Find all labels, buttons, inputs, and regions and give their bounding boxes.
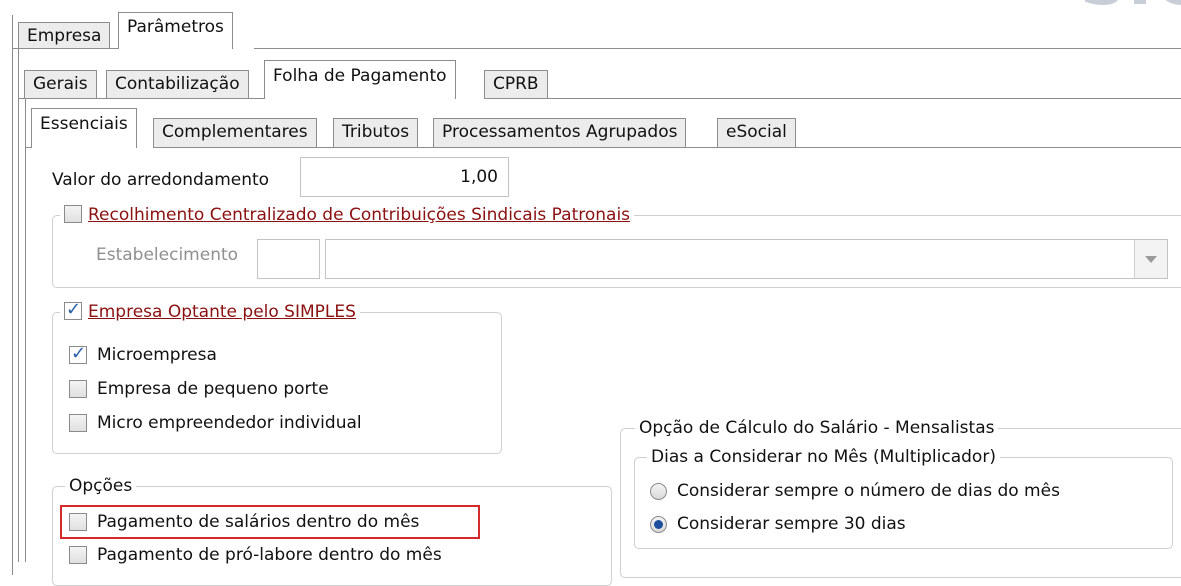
- prolabore-label: Pagamento de pró-labore dentro do mês: [97, 545, 442, 565]
- chevron-down-icon: [1145, 256, 1157, 263]
- microempresa-label: Microempresa: [97, 345, 217, 365]
- salary-calc-legend: Opção de Cálculo do Salário - Mensalista…: [635, 418, 999, 438]
- tab-esocial[interactable]: eSocial: [717, 118, 796, 148]
- pequeno-porte-label: Empresa de pequeno porte: [97, 379, 329, 399]
- dropdown-button[interactable]: [1134, 240, 1167, 278]
- centralized-legend: Recolhimento Centralizado de Contribuiçõ…: [60, 205, 635, 225]
- tab-row-line: [18, 98, 264, 99]
- tab-contabilizacao[interactable]: Contabilização: [106, 70, 249, 98]
- salarios-label: Pagamento de salários dentro do mês: [97, 512, 420, 532]
- check-icon: ✓: [66, 299, 82, 320]
- centralized-title[interactable]: Recolhimento Centralizado de Contribuiçõ…: [88, 205, 630, 225]
- rounding-input[interactable]: 1,00: [300, 157, 509, 197]
- establishment-code-input[interactable]: [257, 239, 320, 279]
- simples-legend: ✓ Empresa Optante pelo SIMPLES: [60, 299, 360, 322]
- tab-tributos[interactable]: Tributos: [333, 118, 419, 148]
- centralized-checkbox[interactable]: [64, 205, 82, 223]
- rounding-label: Valor do arredondamento: [52, 170, 270, 190]
- tab-essenciais[interactable]: Essenciais: [31, 108, 137, 148]
- thirty-days-radio[interactable]: [650, 516, 667, 533]
- days-legend: Dias a Considerar no Mês (Multiplicador): [647, 447, 1000, 467]
- rounding-value: 1,00: [460, 167, 498, 187]
- check-icon: ✓: [71, 343, 87, 364]
- pequeno-porte-checkbox[interactable]: [69, 380, 87, 398]
- opcoes-legend: Opções: [65, 476, 137, 496]
- tab-row-line: [12, 48, 118, 49]
- tab-row-line: [484, 98, 1181, 99]
- mei-checkbox[interactable]: [69, 414, 87, 432]
- tab-empresa[interactable]: Empresa: [18, 22, 111, 48]
- days-of-month-label: Considerar sempre o número de dias do mê…: [677, 481, 1060, 501]
- tab-row-line: [25, 147, 31, 148]
- establishment-label: Estabelecimento: [96, 245, 239, 265]
- thirty-days-label: Considerar sempre 30 dias: [677, 514, 906, 534]
- tab-row-line: [153, 147, 1181, 148]
- tab-folha-de-pagamento[interactable]: Folha de Pagamento: [264, 60, 456, 99]
- days-group: [634, 457, 1173, 549]
- tab-complementares[interactable]: Complementares: [153, 118, 317, 148]
- panel-border-left: [18, 48, 19, 562]
- tab-cprb[interactable]: CPRB: [484, 70, 548, 98]
- establishment-select[interactable]: [325, 239, 1168, 279]
- tab-parametros[interactable]: Parâmetros: [118, 12, 233, 49]
- days-of-month-radio[interactable]: [650, 483, 667, 500]
- microempresa-checkbox[interactable]: ✓: [69, 343, 87, 364]
- simples-title[interactable]: Empresa Optante pelo SIMPLES: [88, 302, 356, 322]
- mei-label: Micro empreendedor individual: [97, 413, 362, 433]
- salarios-checkbox[interactable]: [69, 513, 87, 531]
- simples-checkbox[interactable]: ✓: [64, 299, 82, 320]
- tab-processamentos-agrupados[interactable]: Processamentos Agrupados: [433, 118, 687, 148]
- panel-border-left: [25, 98, 26, 562]
- tab-gerais[interactable]: Gerais: [24, 70, 97, 98]
- radio-selected-dot: [654, 520, 663, 529]
- tab-row-line: [254, 48, 1181, 49]
- prolabore-checkbox[interactable]: [69, 546, 87, 564]
